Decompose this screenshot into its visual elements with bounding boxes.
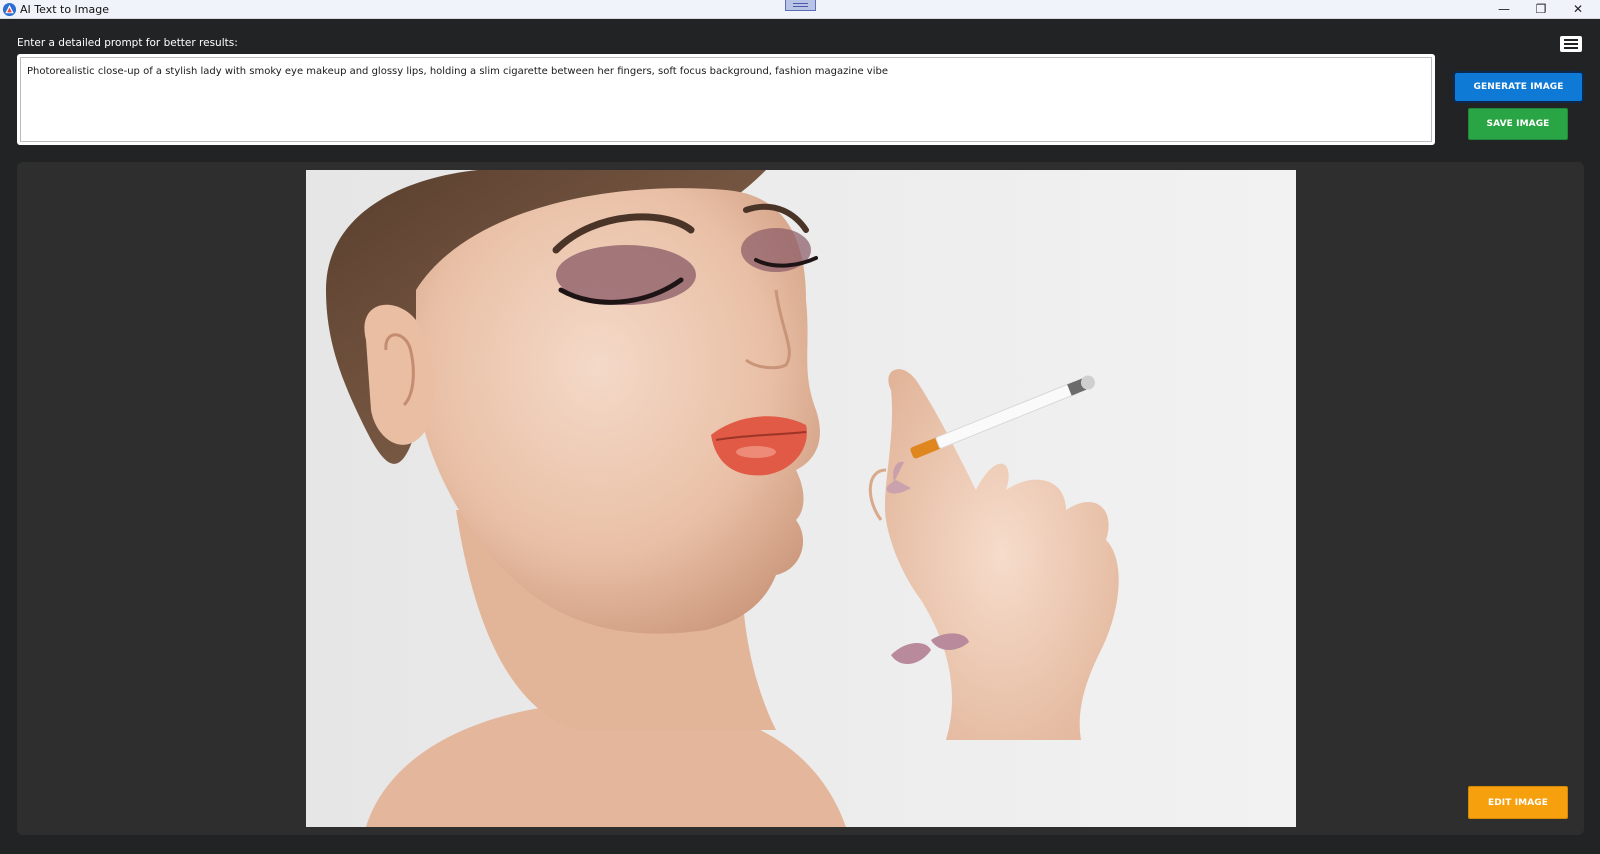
- window-title: AI Text to Image: [20, 3, 109, 16]
- generate-image-button[interactable]: GENERATE IMAGE: [1453, 71, 1584, 103]
- hamburger-menu-icon[interactable]: [1560, 36, 1582, 52]
- generated-image-artwork: [306, 170, 1296, 827]
- prompt-container: Photorealistic close-up of a stylish lad…: [17, 54, 1435, 145]
- app-logo-icon: [2, 2, 17, 17]
- title-bar: AI Text to Image — ❐ ✕: [0, 0, 1600, 19]
- edit-image-button[interactable]: EDIT IMAGE: [1468, 786, 1568, 819]
- close-button[interactable]: ✕: [1560, 0, 1596, 18]
- maximize-button[interactable]: ❐: [1523, 0, 1559, 18]
- minimize-button[interactable]: —: [1486, 0, 1522, 18]
- menu-line: [1564, 43, 1578, 45]
- save-image-button[interactable]: SAVE IMAGE: [1468, 108, 1568, 140]
- generated-image: [306, 170, 1296, 827]
- menu-line: [1564, 47, 1578, 49]
- prompt-input[interactable]: Photorealistic close-up of a stylish lad…: [20, 57, 1432, 142]
- prompt-label: Enter a detailed prompt for better resul…: [17, 37, 238, 49]
- menu-line: [1564, 39, 1578, 41]
- drag-handle[interactable]: [785, 0, 816, 11]
